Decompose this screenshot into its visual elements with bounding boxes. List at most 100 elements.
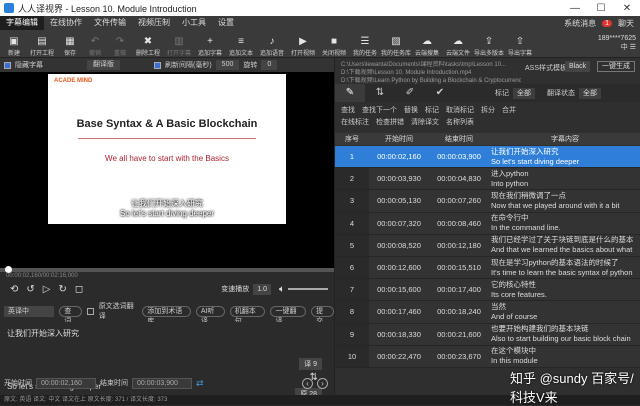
edit-tool-button[interactable]: 替换 xyxy=(404,105,418,115)
translate-tool-button[interactable]: AI听译 xyxy=(195,305,225,325)
skip-forward-icon[interactable]: ↻ xyxy=(58,284,66,295)
table-row[interactable]: 4 00:00:07,320 00:00:08,460 在命令行中 In the com… xyxy=(335,212,640,235)
translate-tool-button[interactable]: 一键翻译 xyxy=(270,305,307,325)
toolbar-button[interactable]: ☰ 我的任务 xyxy=(350,36,380,58)
edit-tool-button[interactable]: 标记 xyxy=(425,105,439,115)
toolbar-button[interactable]: ≡ 追加文本 xyxy=(226,37,256,58)
hide-subtitle-checkbox[interactable] xyxy=(4,61,11,69)
edit-tool-button[interactable]: 查找下一个 xyxy=(362,105,397,115)
header-index[interactable]: 序号 xyxy=(335,134,369,144)
edit-tool-button[interactable]: 合并 xyxy=(502,105,516,115)
system-message-label[interactable]: 系统消息 xyxy=(564,18,596,29)
sync-icon[interactable]: ⇄ xyxy=(196,378,204,389)
toolbar-button[interactable]: ☁ 云端文件 xyxy=(443,37,473,58)
table-row[interactable]: 5 00:00:08,520 00:00:12,180 我们已经学过了关于块链到底是什… xyxy=(335,234,640,257)
table-row[interactable]: 7 00:00:15,600 00:00:17,400 它的核心特性 Its core … xyxy=(335,279,640,302)
toolbar-button[interactable]: ☁ 云端搜集 xyxy=(412,36,442,58)
subtitle-editor[interactable]: 让我们开始深入研究 译 9 ⇅ 原 28 So let's start divi… xyxy=(2,322,332,402)
toolbar-button[interactable]: ▣ 新建 xyxy=(2,37,26,58)
rotate-input[interactable]: 0 xyxy=(261,60,278,70)
toolbar-button[interactable]: ♪ 追加语音 xyxy=(257,37,287,58)
refresh-checkbox[interactable] xyxy=(154,61,161,69)
seek-bar[interactable] xyxy=(0,266,334,273)
toolbar-button[interactable]: ▶ 打开视频 xyxy=(288,37,318,58)
toolbar-button[interactable]: ▦ 保存 xyxy=(58,37,82,58)
ass-template-select[interactable]: Black xyxy=(565,61,591,72)
window-title: 人人译视界 - Lesson 10. Module Introduction xyxy=(18,3,197,14)
maximize-button[interactable]: ☐ xyxy=(588,3,614,14)
translate-tool-button[interactable]: 机翻本句 xyxy=(229,305,266,325)
translate-tool-button[interactable]: 添加到术语库 xyxy=(142,305,191,325)
play-icon[interactable]: ▷ xyxy=(43,284,51,295)
chat-label[interactable]: 聊天 xyxy=(618,18,634,29)
toolbar-button[interactable]: ⇪ 导出多版本 xyxy=(474,37,504,58)
header-start[interactable]: 开始时间 xyxy=(369,134,429,144)
menu-item[interactable]: 视频压制 xyxy=(132,16,176,30)
account-area[interactable]: 189****7625 中 ☰ xyxy=(580,29,640,57)
filter-select[interactable]: 全部 xyxy=(513,87,535,99)
table-row[interactable]: 1 00:00:02,160 00:00:03,900 让我们开始深入研究 So let… xyxy=(335,146,640,169)
edit-tool-button[interactable]: 查找 xyxy=(341,105,355,115)
table-row[interactable]: 8 00:00:17,460 00:00:18,240 当然 And of course xyxy=(335,301,640,324)
menu-item[interactable]: 在线协作 xyxy=(44,16,88,30)
header-end[interactable]: 结束时间 xyxy=(429,134,489,144)
translate-tool-button[interactable]: 提交 xyxy=(311,305,335,325)
check-tool-button[interactable]: 清除译文 xyxy=(411,117,439,127)
check-tool-button[interactable]: 检查拼错 xyxy=(376,117,404,127)
start-time-input[interactable]: 00:00:02,160 xyxy=(36,377,96,389)
check-tool-button[interactable]: 在线标注 xyxy=(341,117,369,127)
select-word-label[interactable]: 原文选词翻译 xyxy=(99,301,138,321)
edit-text-zh[interactable]: 让我们开始深入研究 xyxy=(7,328,79,339)
language-direction-select[interactable]: 英译中 xyxy=(4,305,55,317)
end-time-input[interactable]: 00:00:03,900 xyxy=(132,377,192,389)
close-button[interactable]: ✕ xyxy=(614,3,640,14)
menu-item[interactable]: 设置 xyxy=(212,16,240,30)
menu-item[interactable]: 文件传输 xyxy=(88,16,132,30)
generate-button[interactable]: 一键生成 xyxy=(597,61,635,72)
playback-controls: ⟲ ↺ ▷ ↻ ◻ 变速播放 1.0 🔈︎ xyxy=(0,280,334,298)
skip-back-icon[interactable]: ↺ xyxy=(26,284,34,295)
refresh-input[interactable]: 500 xyxy=(215,60,240,70)
select-word-checkbox[interactable] xyxy=(87,307,94,315)
table-row[interactable]: 3 00:00:05,130 00:00:07,260 现在我们稍微调了一点 Now t… xyxy=(335,190,640,213)
volume-icon[interactable]: 🔈︎ xyxy=(279,284,285,295)
edit-tool-button[interactable]: 取消标记 xyxy=(446,105,474,115)
minimize-button[interactable]: — xyxy=(562,3,588,14)
menu-item[interactable]: 小工具 xyxy=(176,16,212,30)
header-content[interactable]: 字幕内容 xyxy=(489,134,640,144)
prev-icon[interactable]: ‹ xyxy=(302,377,313,389)
row-content: 当然 And of course xyxy=(489,302,640,322)
toolbar-button-icon: ☰ xyxy=(360,36,370,47)
table-row[interactable]: 6 00:00:12,600 00:00:15,510 现在是学习python的基本语… xyxy=(335,256,640,280)
menu-item[interactable]: 字幕编辑 xyxy=(0,16,44,30)
table-row[interactable]: 9 00:00:18,330 00:00:21,600 也要开始构建我们的基本块链 Al… xyxy=(335,323,640,346)
toolbar-button[interactable]: ▤ 打开工程 xyxy=(27,37,57,58)
next-icon[interactable]: › xyxy=(317,377,328,389)
volume-slider[interactable] xyxy=(288,288,328,290)
translation-mode-select[interactable]: 翻译版 xyxy=(87,60,120,70)
check-tab-icon[interactable]: ✔ xyxy=(425,84,455,102)
video-preview[interactable]: ACADE MIND Base Syntax & A Basic Blockch… xyxy=(0,72,334,268)
annotate-tab-icon[interactable]: ✐ xyxy=(395,84,425,102)
translate-tool-button[interactable]: 查词 xyxy=(59,305,83,325)
toolbar-button[interactable]: ■ 关闭视频 xyxy=(319,37,349,58)
sort-tab-icon[interactable]: ⇅ xyxy=(365,84,395,102)
toolbar-button: ↶ 撤销 xyxy=(83,37,107,58)
toolbar-button[interactable]: ✖ 删除工程 xyxy=(133,37,163,58)
speed-select[interactable]: 1.0 xyxy=(253,283,271,295)
edit-tab-icon[interactable]: ✎ xyxy=(335,84,365,102)
seek-handle[interactable] xyxy=(5,266,13,273)
stop-icon[interactable]: ◻ xyxy=(75,284,83,295)
check-tool-button[interactable]: 名称列表 xyxy=(446,117,474,127)
row-text-zh: 让我们开始深入研究 xyxy=(491,146,559,156)
toolbar-button[interactable]: + 追加字幕 xyxy=(195,37,225,58)
toolbar-button[interactable]: ▧ 我的任务库 xyxy=(381,37,411,58)
edit-tool-button[interactable]: 拆分 xyxy=(481,105,495,115)
status-select[interactable]: 全部 xyxy=(579,87,601,99)
row-end-time: 00:00:08,460 xyxy=(437,218,481,228)
table-row[interactable]: 2 00:00:03,930 00:00:04,830 进入python Into py… xyxy=(335,168,640,191)
rewind-icon[interactable]: ⟲ xyxy=(10,284,18,295)
table-row[interactable]: 10 00:00:22,470 00:00:23,670 在这个模块中 In this … xyxy=(335,345,640,368)
toolbar-button[interactable]: ⇧ 导出字幕 xyxy=(505,37,535,58)
toolbar-button-icon: ☁ xyxy=(422,36,432,47)
